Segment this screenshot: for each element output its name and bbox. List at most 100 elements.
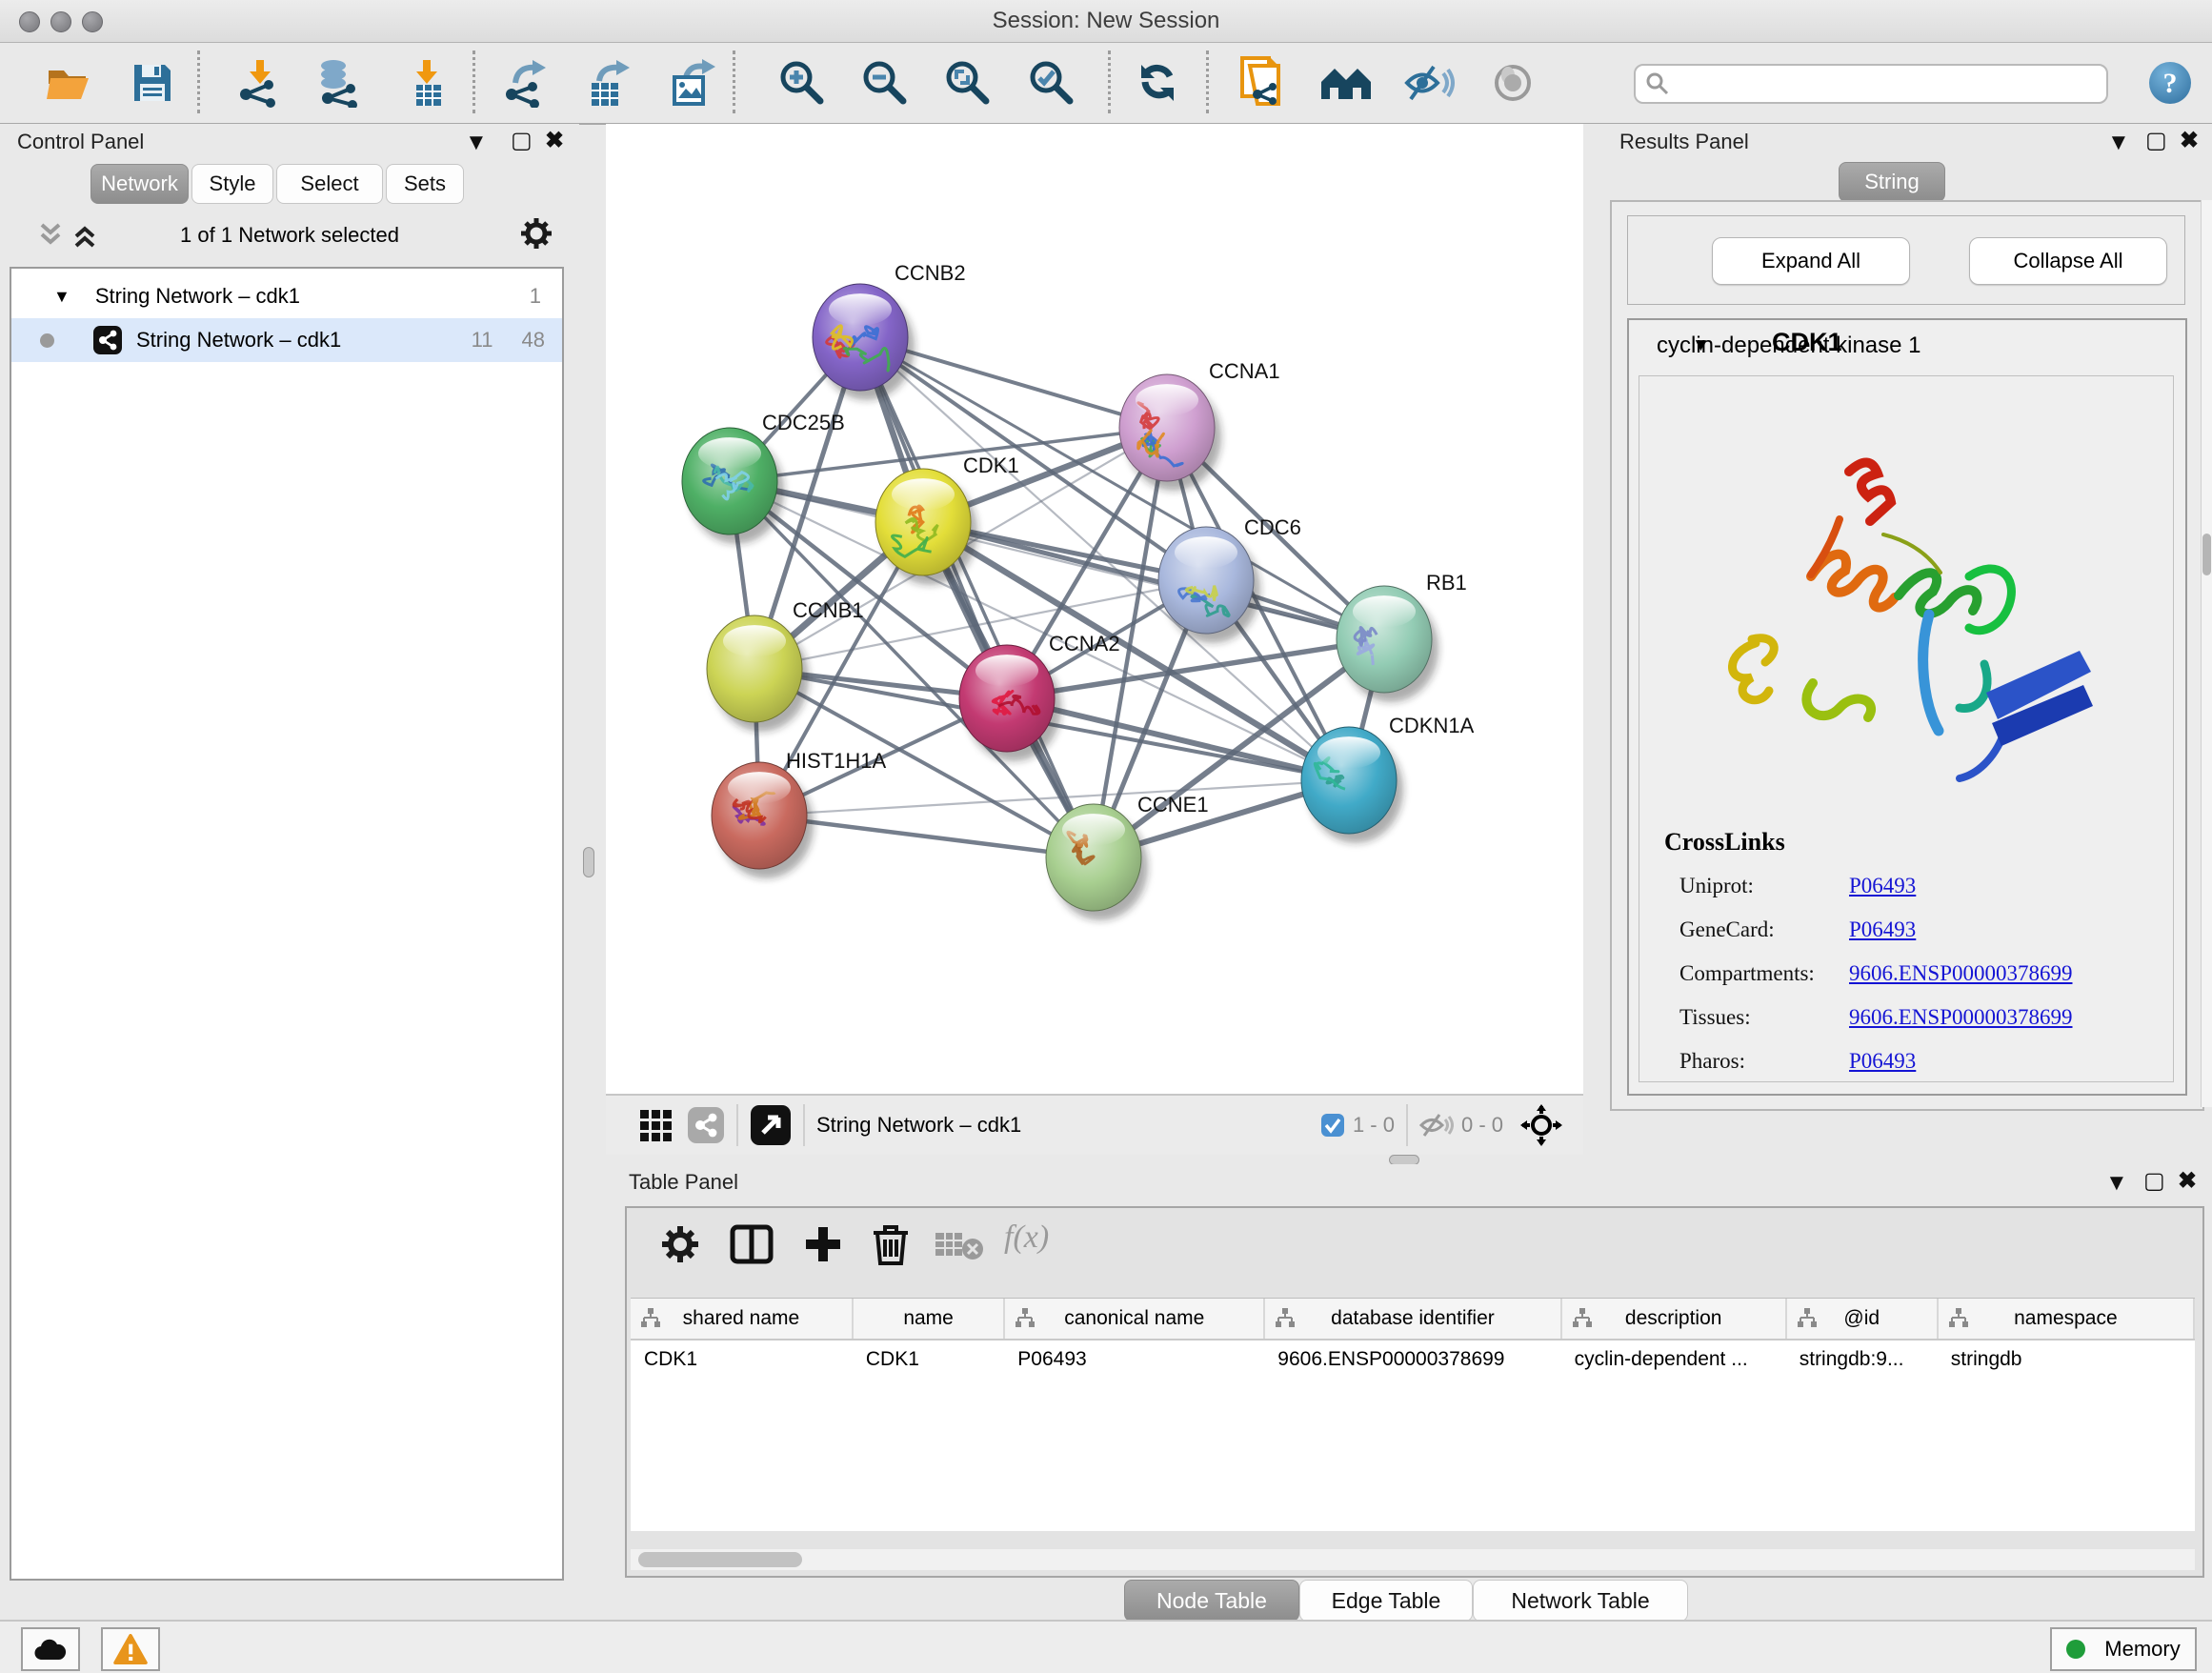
- open-session-button[interactable]: [42, 56, 95, 110]
- node-CDC25B[interactable]: [682, 428, 784, 544]
- tab-network-table[interactable]: Network Table: [1473, 1580, 1688, 1622]
- collapse-all-button[interactable]: Collapse All: [1969, 237, 2167, 285]
- tab-string[interactable]: String: [1839, 162, 1945, 202]
- import-table-button[interactable]: [400, 56, 453, 110]
- network-row-selected[interactable]: String Network – cdk1 11 48: [11, 318, 562, 362]
- results-panel-float-icon[interactable]: ▼: [2107, 131, 2130, 154]
- node-CDC6[interactable]: [1158, 527, 1260, 643]
- crosslink-label: Uniprot:: [1657, 874, 1849, 898]
- crosslink-row: Compartments:9606.ENSP00000378699: [1657, 952, 2171, 996]
- control-panel-float-icon[interactable]: ▼: [465, 131, 488, 154]
- import-network-file-button[interactable]: [233, 56, 287, 110]
- save-session-button[interactable]: [126, 56, 179, 110]
- node-table[interactable]: shared namenamecanonical name database id…: [631, 1298, 2195, 1531]
- collection-expand-triangle[interactable]: ▼: [53, 287, 70, 307]
- tab-sets[interactable]: Sets: [386, 164, 464, 204]
- selected-checkbox-icon[interactable]: [1320, 1113, 1345, 1138]
- table-cell[interactable]: stringdb: [1938, 1340, 2194, 1379]
- zoom-in-button[interactable]: [775, 56, 829, 110]
- apply-layout-button[interactable]: [1131, 56, 1184, 110]
- network-view-share-icon[interactable]: [687, 1106, 725, 1144]
- tab-style[interactable]: Style: [191, 164, 273, 204]
- crosslink-link[interactable]: 9606.ENSP00000378699: [1849, 961, 2073, 986]
- fit-content-crosshair-icon[interactable]: [1520, 1104, 1562, 1146]
- create-column-plus-icon[interactable]: [802, 1223, 844, 1265]
- column-header-name[interactable]: name: [853, 1299, 1004, 1340]
- zoom-selected-button[interactable]: [1025, 56, 1078, 110]
- node-CCNE1[interactable]: [1046, 804, 1148, 920]
- node-CDK1[interactable]: [875, 469, 977, 585]
- string-import-button[interactable]: [1235, 56, 1288, 110]
- show-columns-icon[interactable]: [730, 1223, 774, 1265]
- column-label: database identifier: [1331, 1307, 1495, 1329]
- expand-all-button[interactable]: Expand All: [1712, 237, 1910, 285]
- table-cell[interactable]: stringdb:9...: [1786, 1340, 1938, 1379]
- tab-node-table[interactable]: Node Table: [1124, 1580, 1299, 1622]
- node-CCNA1[interactable]: [1119, 374, 1221, 491]
- column-header-description[interactable]: description: [1561, 1299, 1786, 1340]
- search-input[interactable]: [1670, 71, 2106, 97]
- delete-column-trash-icon[interactable]: [871, 1221, 911, 1265]
- table-row[interactable]: CDK1CDK1P064939606.ENSP00000378699cyclin…: [631, 1340, 2194, 1379]
- column-header-databaseidentifier[interactable]: database identifier: [1264, 1299, 1560, 1340]
- network-canvas[interactable]: CCNB2CCNA1CDC25BCDK1CDC6RB1CCNB1CCNA2CDK…: [606, 124, 1583, 1094]
- control-panel-maximize-icon[interactable]: ▢: [511, 130, 533, 152]
- hide-glass-eye-button[interactable]: [1403, 56, 1457, 110]
- export-image-button[interactable]: [665, 56, 718, 110]
- warnings-button[interactable]: [101, 1627, 160, 1671]
- memory-button[interactable]: Memory: [2050, 1627, 2197, 1671]
- left-splitter-handle[interactable]: [583, 847, 594, 877]
- table-cell[interactable]: cyclin-dependent ...: [1561, 1340, 1786, 1379]
- table-cell[interactable]: CDK1: [853, 1340, 1004, 1379]
- zoom-fit-button[interactable]: [941, 56, 995, 110]
- node-CCNB2[interactable]: [813, 284, 915, 400]
- hierarchy-icon: [1275, 1307, 1296, 1328]
- grid-view-icon[interactable]: [640, 1110, 672, 1141]
- birdseye-view-icon[interactable]: [750, 1104, 792, 1146]
- show-all-eye-button[interactable]: [1486, 56, 1539, 110]
- export-table-button[interactable]: [582, 56, 635, 110]
- control-panel-close-icon[interactable]: ✖: [545, 130, 564, 152]
- results-panel-close-icon[interactable]: ✖: [2180, 130, 2199, 152]
- node-HIST1H1A[interactable]: [712, 762, 814, 878]
- table-cell[interactable]: 9606.ENSP00000378699: [1264, 1340, 1560, 1379]
- export-network-button[interactable]: [500, 56, 553, 110]
- string-home-button[interactable]: [1319, 56, 1373, 110]
- node-CDKN1A[interactable]: [1301, 727, 1403, 843]
- table-cell[interactable]: P06493: [1004, 1340, 1264, 1379]
- crosslink-link[interactable]: P06493: [1849, 917, 1916, 942]
- column-header-sharedname[interactable]: shared name: [631, 1299, 853, 1340]
- table-panel-maximize-icon[interactable]: ▢: [2143, 1170, 2165, 1193]
- results-scrollbar[interactable]: [2201, 200, 2212, 1107]
- table-options-gear-icon[interactable]: [659, 1223, 701, 1265]
- edge-CCNB2-CCNE1[interactable]: [860, 337, 1094, 857]
- tab-select[interactable]: Select: [276, 164, 383, 204]
- table-horizontal-scrollbar[interactable]: [631, 1549, 2195, 1570]
- network-options-gear-icon[interactable]: [518, 215, 554, 252]
- import-network-database-button[interactable]: [312, 56, 366, 110]
- column-header-id[interactable]: @id: [1786, 1299, 1938, 1340]
- results-scrollbar-thumb[interactable]: [2202, 534, 2211, 575]
- crosslink-link[interactable]: P06493: [1849, 1049, 1916, 1074]
- node-label-CDC25B: CDC25B: [762, 411, 845, 434]
- eye-slash-icon: [1403, 61, 1457, 105]
- tab-edge-table[interactable]: Edge Table: [1299, 1580, 1473, 1622]
- table-cell[interactable]: CDK1: [631, 1340, 853, 1379]
- crosslink-link[interactable]: P06493: [1849, 874, 1916, 898]
- column-header-canonicalname[interactable]: canonical name: [1004, 1299, 1264, 1340]
- cloud-button[interactable]: [21, 1627, 80, 1671]
- help-button[interactable]: ?: [2143, 56, 2197, 110]
- network-graph[interactable]: CCNB2CCNA1CDC25BCDK1CDC6RB1CCNB1CCNA2CDK…: [606, 124, 1583, 1094]
- table-scrollbar-thumb[interactable]: [638, 1552, 802, 1567]
- crosslink-link[interactable]: 9606.ENSP00000378699: [1849, 1005, 2073, 1030]
- network-collection-row[interactable]: ▼ String Network – cdk1 1: [11, 274, 562, 318]
- column-header-namespace[interactable]: namespace: [1938, 1299, 2194, 1340]
- node-RB1[interactable]: [1337, 586, 1438, 702]
- table-panel-float-icon[interactable]: ▼: [2105, 1172, 2128, 1195]
- tab-network[interactable]: Network: [90, 164, 189, 204]
- node-CCNA2[interactable]: [959, 645, 1061, 761]
- zoom-out-button[interactable]: [858, 56, 912, 110]
- results-panel-maximize-icon[interactable]: ▢: [2145, 130, 2167, 152]
- crosslink-label: Tissues:: [1657, 1005, 1849, 1030]
- table-panel-close-icon[interactable]: ✖: [2178, 1170, 2197, 1193]
